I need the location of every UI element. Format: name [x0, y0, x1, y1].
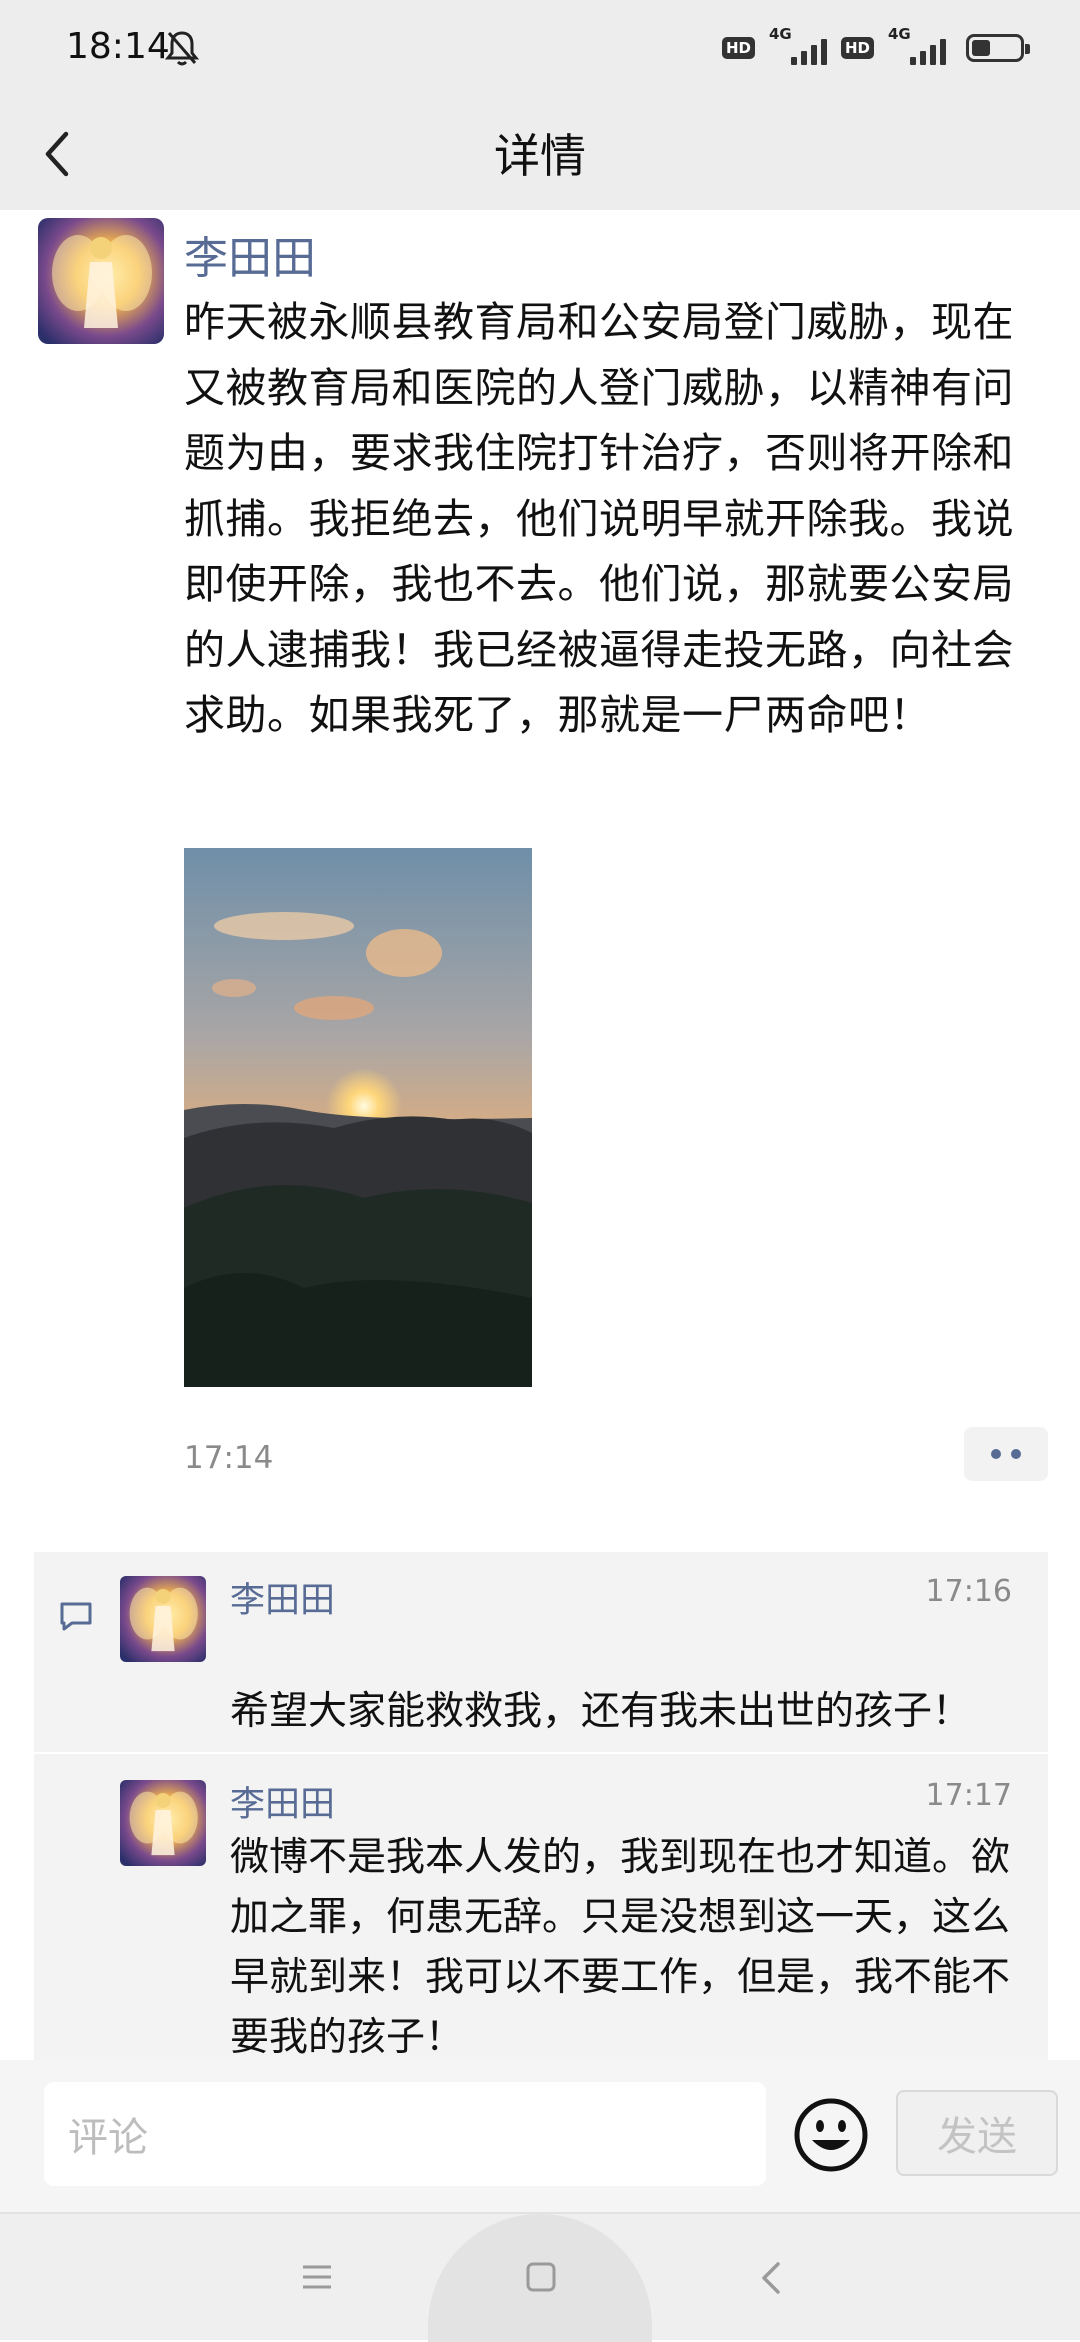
comment-bubble-icon — [60, 1602, 92, 1631]
send-button[interactable]: 发送 — [896, 2090, 1058, 2176]
hd-badge-2: HD — [840, 37, 874, 59]
avatar[interactable] — [120, 1576, 206, 1662]
square-home-icon[interactable] — [524, 2260, 558, 2294]
comment-text: 微博不是我本人发的，我到现在也才知道。欲加之罪，何患无辞。只是没想到这一天，这么… — [230, 1835, 1011, 2060]
more-dots-icon[interactable] — [964, 1427, 1048, 1481]
comments-section: 李田田 17:16 希望大家能救救我，还有我未出世的孩子！ 李田田 17:17 … — [34, 1552, 1048, 2060]
nav-bar: 详情 — [0, 92, 1080, 210]
status-indicators: HD 4G HD 4G — [721, 25, 1030, 70]
status-time: 18:14 — [66, 26, 170, 67]
comment-input[interactable]: 评论 — [44, 2082, 766, 2186]
menu-icon[interactable] — [300, 2260, 334, 2294]
comment-author[interactable]: 李田田 — [230, 1572, 335, 1623]
comment-author[interactable]: 李田田 — [230, 1776, 335, 1827]
post-author[interactable]: 李田田 — [184, 222, 316, 286]
bell-off-icon — [164, 31, 200, 66]
hd-badge: HD — [721, 37, 755, 59]
network-type: 4G — [768, 25, 792, 43]
signal-icon: 4G — [769, 25, 827, 65]
triangle-back-icon[interactable] — [756, 2258, 786, 2298]
page-title: 详情 — [494, 129, 586, 183]
network-type-2: 4G — [888, 25, 911, 43]
comment-text: 希望大家能救救我，还有我未出世的孩子！ — [230, 1689, 972, 1734]
battery-icon — [966, 34, 1030, 62]
post-time: 17:14 — [184, 1440, 274, 1476]
signal-icon-2: 4G — [888, 25, 946, 65]
post-text: 昨天被永顺县教育局和公安局登门威胁，现在又被教育局和医院的人登门威胁，以精神有问… — [184, 298, 1014, 739]
avatar[interactable] — [38, 218, 164, 344]
avatar[interactable] — [120, 1780, 206, 1866]
comment-input-bar: 评论 发送 — [0, 2060, 1080, 2212]
comment-time: 17:17 — [925, 1778, 1012, 1813]
system-nav-bar — [0, 2212, 1080, 2342]
status-bar: 18:14 HD 4G HD 4G — [0, 0, 1080, 92]
post-photo[interactable] — [184, 848, 532, 1387]
divider — [34, 1752, 1048, 1754]
comment-time: 17:16 — [925, 1574, 1012, 1609]
smiley-icon[interactable] — [792, 2096, 870, 2174]
